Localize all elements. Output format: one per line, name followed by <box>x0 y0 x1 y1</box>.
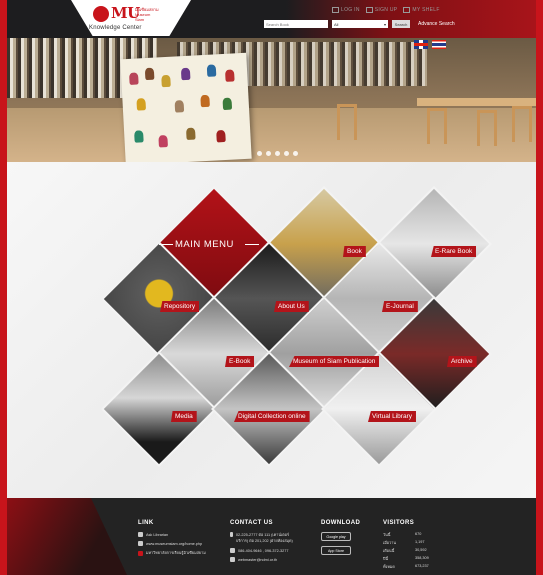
chair-image <box>477 110 497 146</box>
visitor-count: 358,309 <box>415 556 429 560</box>
slider-dot[interactable] <box>293 151 298 156</box>
slider-dot[interactable] <box>257 151 262 156</box>
menu-label-book[interactable]: Book <box>343 246 366 257</box>
search-bar: All ▾ Search Advance Search <box>264 20 455 28</box>
advanced-search-link[interactable]: Advance Search <box>418 21 455 27</box>
login-link[interactable]: LOG IN <box>332 7 360 13</box>
search-scope-value: All <box>334 21 339 27</box>
learning-university-link[interactable]: มหาวิทยาลัยการเรียนรู้มิวเซียมสยาม <box>138 550 206 556</box>
login-icon <box>332 7 339 13</box>
my-shelf-link[interactable]: MY SHELF <box>403 7 439 13</box>
visitor-label: เมื่อวาน <box>383 541 396 545</box>
contact-mobile: 086-404-9646 , 096-372-3277 <box>230 548 300 553</box>
mobile-icon <box>230 548 235 553</box>
contact-email[interactable]: webmaster@ndmi.or.th <box>230 557 300 562</box>
visitor-count: 670 <box>415 532 422 536</box>
visitor-count: 1,197 <box>415 540 425 544</box>
signup-label: SIGN UP <box>374 7 398 13</box>
app-store-badge[interactable]: App Store <box>321 546 351 555</box>
visitor-row: ทั้งหมด 673,237 <box>383 564 429 570</box>
menu-label-about-us[interactable]: About Us <box>274 301 309 312</box>
divider <box>245 244 259 245</box>
visitor-label: เดือนนี้ <box>383 549 395 553</box>
mail-icon <box>230 557 235 562</box>
contact-phone-text: 02-225-2777 ต่อ 111 (เคาน์เตอร์บริการ) ต… <box>235 533 293 543</box>
info-icon <box>138 550 143 556</box>
main-menu-title: MAIN MENU <box>175 239 234 250</box>
footer-contact: CONTACT US 02-225-2777 ต่อ 111 (เคาน์เตอ… <box>230 520 300 566</box>
hero-banner <box>7 38 536 162</box>
visitor-count: 673,237 <box>415 564 429 568</box>
menu-label-e-journal[interactable]: E-Journal <box>382 301 418 312</box>
footer-links: LINK Ask Librarian www.museumsiam.org/ho… <box>138 520 206 560</box>
slider-dot[interactable] <box>266 151 271 156</box>
museumsiam-site-link[interactable]: www.museumsiam.org/home.php <box>138 541 206 546</box>
search-scope-select[interactable]: All ▾ <box>332 20 388 28</box>
footer-accent <box>7 498 127 575</box>
signup-link[interactable]: SIGN UP <box>365 7 398 13</box>
header-accent <box>286 0 536 38</box>
slider-dot[interactable] <box>275 151 280 156</box>
search-button[interactable]: Search <box>392 20 410 28</box>
chevron-down-icon: ▾ <box>383 21 386 27</box>
footer-contact-heading: CONTACT US <box>230 520 273 526</box>
visitor-row: เดือนนี้ 30,592 <box>383 548 429 554</box>
menu-label-e-book[interactable]: E-Book <box>225 356 255 367</box>
menu-label-digital-collection-online[interactable]: Digital Collection online <box>234 411 310 422</box>
menu-label-repository[interactable]: Repository <box>160 301 200 312</box>
english-flag-icon[interactable] <box>414 40 428 49</box>
page-frame: MU มิวเซียมสยาม Museum Siam Knowledge Ce… <box>7 0 536 575</box>
contact-phone: 02-225-2777 ต่อ 111 (เคาน์เตอร์บริการ) ต… <box>230 532 300 544</box>
footer: LINK Ask Librarian www.museumsiam.org/ho… <box>7 498 536 575</box>
visitor-count: 30,592 <box>415 548 427 552</box>
museumsiam-site-label: www.museumsiam.org/home.php <box>146 541 203 546</box>
menu-label-e-rare-book[interactable]: E-Rare Book <box>431 246 477 257</box>
chair-image <box>512 106 532 142</box>
slider-dot[interactable] <box>284 151 289 156</box>
signup-icon <box>365 7 373 13</box>
visitor-label: ทั้งหมด <box>383 565 395 569</box>
visitor-row: ปีนี้ 358,309 <box>383 556 429 562</box>
footer-visitors-heading: VISITORS <box>383 520 415 526</box>
footer-download-heading: DOWNLOAD <box>321 520 361 526</box>
ask-librarian-link[interactable]: Ask Librarian <box>138 532 206 537</box>
visitor-row: วันนี้ 670 <box>383 532 429 538</box>
menu-label-museum-of-siam-publication[interactable]: Museum of Siam Publication <box>289 356 380 367</box>
featured-book-image <box>120 52 252 162</box>
contact-email-text: webmaster@ndmi.or.th <box>238 557 278 562</box>
visitor-label: ปีนี้ <box>383 557 389 561</box>
account-links: LOG IN SIGN UP MY SHELF <box>332 7 440 13</box>
menu-label-archive[interactable]: Archive <box>447 356 477 367</box>
logo-subtitle: มิวเซียมสยาม Museum Siam <box>135 7 159 22</box>
visitor-label: วันนี้ <box>383 533 391 537</box>
login-label: LOG IN <box>341 7 360 13</box>
shelf-icon <box>403 7 411 13</box>
table-image <box>417 98 536 106</box>
footer-visitors: VISITORS วันนี้ 670 เมื่อวาน 1,197 เดือนนี… <box>383 520 429 572</box>
thai-flag-icon[interactable] <box>432 40 446 49</box>
slider-dots <box>257 151 298 156</box>
chair-image <box>427 108 447 144</box>
top-header: MU มิวเซียมสยาม Museum Siam Knowledge Ce… <box>7 0 536 38</box>
menu-label-virtual-library[interactable]: Virtual Library <box>368 411 416 422</box>
site-logo[interactable]: MU มิวเซียมสยาม Museum Siam Knowledge Ce… <box>71 0 191 36</box>
ask-librarian-label: Ask Librarian <box>146 532 169 537</box>
my-shelf-label: MY SHELF <box>412 7 440 13</box>
divider <box>159 244 173 245</box>
contact-mobile-text: 086-404-9646 , 096-372-3277 <box>238 548 289 553</box>
globe-icon <box>138 541 143 546</box>
language-switcher <box>414 40 446 49</box>
phone-icon <box>230 532 233 537</box>
google-play-badge[interactable]: Google play <box>321 532 351 541</box>
logo-caption: Knowledge Center <box>89 25 142 31</box>
menu-label-media[interactable]: Media <box>171 411 197 422</box>
search-input[interactable] <box>264 20 328 28</box>
museum-siam-logo-icon <box>93 6 109 22</box>
chat-icon <box>138 532 143 537</box>
footer-download: DOWNLOAD Google play App Store <box>321 520 360 560</box>
chair-image <box>337 104 357 140</box>
learning-university-label: มหาวิทยาลัยการเรียนรู้มิวเซียมสยาม <box>146 551 206 555</box>
visitor-row: เมื่อวาน 1,197 <box>383 540 429 546</box>
footer-links-heading: LINK <box>138 520 154 526</box>
